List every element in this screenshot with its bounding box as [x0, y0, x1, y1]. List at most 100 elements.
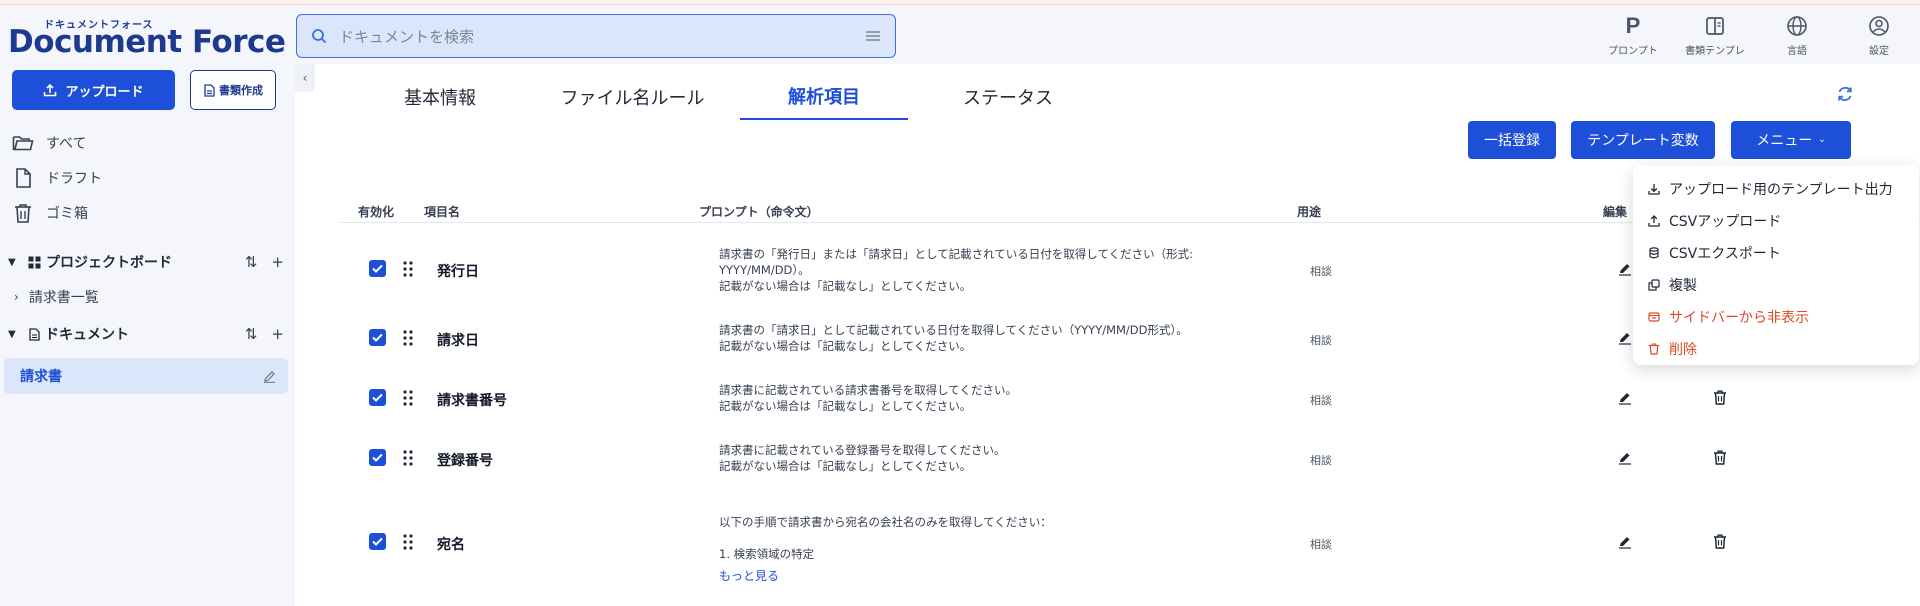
table-row: 宛名 以下の手順で請求書から宛名の会社名のみを取得してください： 1. 検索領域…	[295, 496, 1920, 606]
document-icon	[16, 168, 31, 188]
chevron-down-icon[interactable]: ▼	[8, 329, 20, 340]
menu-item-template-export[interactable]: アップロード用のテンプレート出力	[1633, 173, 1919, 205]
enabled-checkbox[interactable]	[369, 389, 386, 406]
top-nav-settings[interactable]: 設定	[1838, 12, 1920, 64]
delete-icon[interactable]	[1713, 534, 1727, 549]
drag-handle-icon[interactable]	[403, 261, 413, 277]
sidebar-item-label: ドラフト	[46, 171, 102, 187]
top-nav: P プロンプト 書類テンプレ 言語 設定	[1592, 12, 1920, 64]
document-icon	[29, 327, 40, 341]
sidebar-item-invoice[interactable]: 請求書	[4, 358, 288, 394]
menu-item-hide-sidebar[interactable]: サイドバーから非表示	[1633, 301, 1919, 333]
section-documents[interactable]: ▼ ドキュメント ⇅ +	[8, 324, 284, 344]
add-icon[interactable]: +	[271, 325, 284, 343]
header-edit: 編集	[1603, 205, 1628, 219]
delete-icon[interactable]	[1713, 450, 1727, 465]
check-icon	[372, 393, 383, 402]
database-icon	[1647, 247, 1661, 259]
table-row: 登録番号 請求書に記載されている登録番号を取得してください。 記載がない場合は「…	[295, 436, 1920, 492]
collapse-sidebar-button[interactable]: ‹	[295, 64, 315, 92]
logo-text: Document Force	[8, 24, 286, 60]
item-usage: 相談	[1310, 265, 1332, 278]
edit-icon[interactable]	[1618, 331, 1632, 345]
refresh-icon[interactable]	[1835, 84, 1855, 104]
menu-item-csv-upload[interactable]: CSVアップロード	[1633, 205, 1919, 237]
template-variables-button[interactable]: テンプレート変数	[1571, 121, 1715, 159]
section-project-board[interactable]: ▼ プロジェクトボード ⇅ +	[8, 252, 284, 272]
upload-button[interactable]: アップロード	[12, 70, 175, 110]
sidebar-item-label: ゴミ箱	[46, 206, 88, 222]
top-nav-language[interactable]: 言語	[1756, 12, 1838, 64]
item-usage: 相談	[1310, 394, 1332, 407]
enabled-checkbox[interactable]	[369, 260, 386, 277]
drag-handle-icon[interactable]	[403, 534, 413, 550]
upload-label: アップロード	[65, 84, 144, 100]
enabled-checkbox[interactable]	[369, 449, 386, 466]
show-more-link[interactable]: もっと見る	[719, 568, 1239, 584]
menu-item-label: サイドバーから非表示	[1669, 310, 1809, 326]
tab-status[interactable]: ステータス	[908, 74, 1108, 120]
item-name: 請求書番号	[437, 393, 507, 409]
trash-icon	[15, 204, 31, 223]
sort-icon[interactable]: ⇅	[245, 325, 258, 343]
search-input[interactable]: ドキュメントを検索	[339, 26, 865, 47]
enabled-checkbox[interactable]	[369, 533, 386, 550]
menu-item-duplicate[interactable]: 複製	[1633, 269, 1919, 301]
menu-item-csv-export[interactable]: CSVエクスポート	[1633, 237, 1919, 269]
item-name: 登録番号	[437, 453, 493, 469]
edit-icon[interactable]	[1618, 451, 1632, 465]
check-icon	[372, 537, 383, 546]
edit-icon[interactable]	[1618, 391, 1632, 405]
board-icon	[28, 256, 41, 268]
user-settings-icon	[1869, 16, 1889, 36]
create-document-button[interactable]: 書類作成	[190, 70, 276, 110]
menu-item-label: 削除	[1669, 342, 1697, 358]
item-prompt: 請求書に記載されている登録番号を取得してください。 記載がない場合は「記載なし」…	[719, 443, 1006, 473]
header-name: 項目名	[424, 205, 461, 219]
item-name: 請求日	[437, 333, 479, 349]
sidebar-item-label: すべて	[46, 136, 87, 152]
chevron-right-icon: ›	[14, 290, 19, 304]
pencil-icon[interactable]	[263, 370, 276, 383]
template-icon	[1706, 17, 1724, 35]
edit-icon[interactable]	[1618, 535, 1632, 549]
tab-basic-info[interactable]: 基本情報	[355, 74, 525, 120]
header-enabled: 有効化	[358, 205, 395, 219]
item-prompt-text: 以下の手順で請求書から宛名の会社名のみを取得してください： 1. 検索領域の特定	[719, 515, 1052, 561]
top-nav-label: 設定	[1869, 46, 1889, 57]
sidebar-item-invoice-list[interactable]: › 請求書一覧	[14, 287, 99, 307]
menu-item-delete[interactable]: 削除	[1633, 333, 1919, 365]
drag-handle-icon[interactable]	[403, 390, 413, 406]
menu-item-label: CSVエクスポート	[1669, 246, 1781, 262]
top-border	[0, 0, 1920, 5]
bulk-register-button[interactable]: 一括登録	[1468, 121, 1556, 159]
check-icon	[372, 453, 383, 462]
search-bar[interactable]: ドキュメントを検索	[296, 14, 896, 58]
menu-button[interactable]: メニュー ⌄	[1731, 121, 1851, 159]
top-nav-template[interactable]: 書類テンプレ	[1674, 12, 1756, 64]
tab-analysis-items[interactable]: 解析項目	[740, 74, 908, 120]
sidebar-item-all[interactable]: すべて	[12, 133, 86, 153]
sidebar-item-trash[interactable]: ゴミ箱	[12, 203, 88, 223]
item-prompt: 請求書の「請求日」として記載されている日付を取得してください（YYYY/MM/D…	[719, 323, 1188, 353]
edit-icon[interactable]	[1618, 262, 1632, 276]
drag-handle-icon[interactable]	[403, 330, 413, 346]
chevron-down-icon[interactable]: ▼	[8, 257, 20, 268]
delete-icon[interactable]	[1713, 390, 1727, 405]
chevron-left-icon: ‹	[302, 71, 308, 85]
chevron-down-icon: ⌄	[1818, 135, 1826, 145]
enabled-checkbox[interactable]	[369, 329, 386, 346]
add-icon[interactable]: +	[271, 253, 284, 271]
download-icon	[1647, 183, 1661, 195]
sort-icon[interactable]: ⇅	[245, 253, 258, 271]
copy-icon	[1647, 279, 1661, 291]
tab-bar: 基本情報 ファイル名ルール 解析項目 ステータス	[355, 74, 1108, 120]
app-logo[interactable]: ドキュメントフォース Document Force	[8, 16, 286, 60]
filter-menu-icon[interactable]	[865, 29, 881, 43]
top-nav-prompt[interactable]: P プロンプト	[1592, 12, 1674, 64]
globe-icon	[1787, 16, 1807, 36]
tab-filename-rule[interactable]: ファイル名ルール	[525, 74, 740, 120]
drag-handle-icon[interactable]	[403, 450, 413, 466]
sidebar-item-draft[interactable]: ドラフト	[12, 168, 102, 188]
item-prompt: 請求書に記載されている請求書番号を取得してください。 記載がない場合は「記載なし…	[719, 383, 1017, 413]
